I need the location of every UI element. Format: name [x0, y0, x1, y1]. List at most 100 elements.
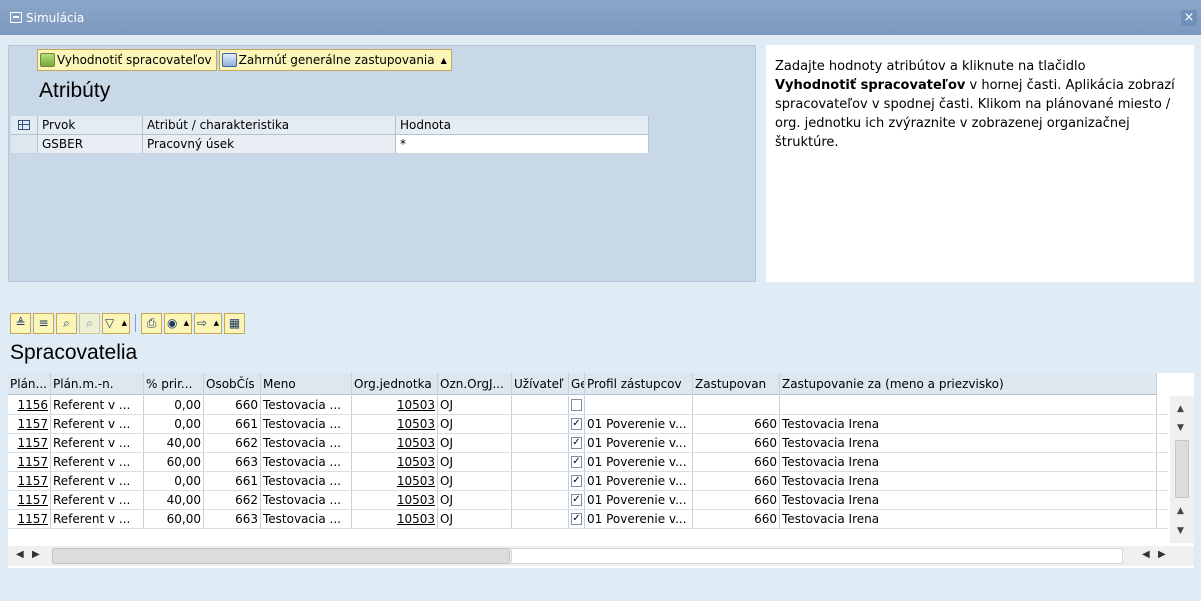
results-toolbar: ≜ ≡ ⌕ ⌕ ▽ ▲ ⎙ ◉ ▲ ⇨ ▲ ▦ [10, 312, 245, 334]
export-button[interactable]: ⇨ ▲ [194, 312, 222, 334]
horizontal-scrollbar[interactable]: ◀ ▶ ◀ ▶ [8, 546, 1194, 566]
column-header-pct[interactable]: % prir... [144, 373, 204, 394]
column-header-plan-n[interactable]: Plán.m.-n. [51, 373, 144, 394]
row-selector[interactable] [11, 135, 38, 153]
scroll-left-icon[interactable]: ◀ [1142, 549, 1150, 560]
cell-plan[interactable]: 1157 [8, 491, 51, 509]
find-next-icon: ⌕ [86, 315, 93, 330]
chevron-down-icon: ▲ [183, 319, 189, 327]
ge-checkbox[interactable]: ✓ [571, 456, 582, 468]
toolbar-separator [135, 314, 136, 332]
cell-meno: Testovacia ... [261, 396, 352, 414]
cell-osob: 662 [204, 434, 261, 452]
column-header-zast-meno[interactable]: Zastupovanie za (meno a priezvisko) [780, 373, 1157, 394]
cell-org[interactable]: 10503 [352, 510, 438, 528]
find-button[interactable]: ⌕ [56, 312, 77, 334]
print-button[interactable]: ⎙ [141, 312, 162, 334]
sort-descending-icon: ≡ [38, 316, 49, 330]
vertical-scroll-thumb[interactable] [1175, 440, 1189, 498]
select-all-cell[interactable] [11, 116, 38, 134]
table-row: 1157 Referent v ... 40,00 662 Testovacia ...… [8, 434, 1168, 453]
cell-plan[interactable]: 1157 [8, 510, 51, 528]
filter-button[interactable]: ▽ ▲ [102, 312, 130, 334]
find-next-button[interactable]: ⌕ [79, 312, 100, 334]
cell-ge[interactable]: ✓ [569, 510, 585, 528]
ge-checkbox[interactable]: ✓ [571, 418, 582, 430]
ge-checkbox[interactable]: ✓ [571, 494, 582, 506]
scroll-down-icon[interactable]: ▼ [1177, 423, 1184, 433]
cell-plan[interactable]: 1157 [8, 434, 51, 452]
column-header-ozn[interactable]: Ozn.OrgJ... [438, 373, 512, 394]
view-button[interactable]: ◉ ▲ [164, 312, 192, 334]
include-icon [221, 53, 237, 67]
ge-checkbox[interactable]: ✓ [571, 475, 582, 487]
cell-atribut: Pracovný úsek [143, 135, 396, 153]
cell-pct: 60,00 [144, 453, 204, 471]
scroll-left-icon[interactable]: ◀ [16, 549, 24, 560]
sort-descending-button[interactable]: ≡ [33, 312, 54, 334]
column-header-plan[interactable]: Plán... [8, 373, 51, 394]
ge-checkbox[interactable]: ✓ [571, 437, 582, 449]
column-header-atribut[interactable]: Atribút / charakteristika [143, 116, 396, 134]
scroll-up-icon[interactable]: ▲ [1177, 506, 1184, 516]
column-header-profil[interactable]: Profil zástupcov [585, 373, 693, 394]
cell-ge[interactable]: ✓ [569, 434, 585, 452]
help-text-line1: Zadajte hodnoty atribútov a kliknute na … [775, 59, 1086, 74]
scroll-right-icon[interactable]: ▶ [32, 549, 40, 560]
cell-org[interactable]: 10503 [352, 453, 438, 471]
ge-checkbox[interactable]: ✓ [571, 513, 582, 525]
attributes-button-bar: Vyhodnotiť spracovateľov Zahrnúť generál… [37, 49, 452, 71]
cell-user [512, 510, 569, 528]
cell-pct: 40,00 [144, 434, 204, 452]
scroll-down-icon[interactable]: ▼ [1177, 526, 1184, 536]
cell-zast-meno: Testovacia Irena [780, 453, 1157, 471]
cell-org[interactable]: 10503 [352, 415, 438, 433]
column-header-hodnota[interactable]: Hodnota [396, 116, 649, 134]
cell-org[interactable]: 10503 [352, 491, 438, 509]
cell-ozn: OJ [438, 491, 512, 509]
column-header-org[interactable]: Org.jednotka [352, 373, 438, 394]
cell-plan[interactable]: 1157 [8, 453, 51, 471]
close-icon[interactable]: × [1181, 10, 1197, 26]
horizontal-scroll-thumb[interactable] [52, 548, 510, 564]
cell-profil: 01 Poverenie v... [585, 510, 693, 528]
cell-ozn: OJ [438, 415, 512, 433]
attributes-title: Atribúty [39, 79, 111, 102]
cell-ge[interactable] [569, 396, 585, 414]
column-header-prvok[interactable]: Prvok [38, 116, 143, 134]
print-icon: ⎙ [146, 315, 157, 330]
column-header-meno[interactable]: Meno [261, 373, 352, 394]
table-row: GSBER Pracovný úsek * [11, 135, 649, 154]
cell-plan[interactable]: 1157 [8, 415, 51, 433]
column-header-osob[interactable]: OsobČís [204, 373, 261, 394]
scroll-right-icon[interactable]: ▶ [1158, 549, 1166, 560]
cell-plan[interactable]: 1156 [8, 396, 51, 414]
cell-ge[interactable]: ✓ [569, 472, 585, 490]
column-header-zast[interactable]: Zastupovan [693, 373, 780, 394]
cell-plan-n: Referent v ... [51, 396, 144, 414]
cell-zast [693, 396, 780, 414]
layout-button[interactable]: ▦ [224, 312, 245, 334]
column-header-user[interactable]: Užívateľ [512, 373, 569, 394]
cell-profil: 01 Poverenie v... [585, 491, 693, 509]
include-general-substitutions-button[interactable]: Zahrnúť generálne zastupovania ▲ [218, 49, 452, 71]
cell-ge[interactable]: ✓ [569, 453, 585, 471]
cell-ge[interactable]: ✓ [569, 415, 585, 433]
ge-checkbox[interactable] [571, 399, 582, 411]
chevron-down-icon: ▲ [213, 319, 219, 327]
vertical-scrollbar[interactable]: ▲ ▼ ▲ ▼ [1170, 396, 1194, 543]
evaluate-processors-button[interactable]: Vyhodnotiť spracovateľov [37, 49, 217, 71]
cell-org[interactable]: 10503 [352, 434, 438, 452]
cell-ozn: OJ [438, 434, 512, 452]
cell-plan-n: Referent v ... [51, 491, 144, 509]
cell-zast-meno: Testovacia Irena [780, 415, 1157, 433]
cell-plan-n: Referent v ... [51, 453, 144, 471]
cell-plan[interactable]: 1157 [8, 472, 51, 490]
cell-org[interactable]: 10503 [352, 472, 438, 490]
sort-ascending-button[interactable]: ≜ [10, 312, 31, 334]
cell-org[interactable]: 10503 [352, 396, 438, 414]
cell-ge[interactable]: ✓ [569, 491, 585, 509]
hodnota-input[interactable]: * [396, 135, 649, 153]
scroll-up-icon[interactable]: ▲ [1177, 404, 1184, 414]
column-header-ge[interactable]: Ge [569, 373, 585, 394]
